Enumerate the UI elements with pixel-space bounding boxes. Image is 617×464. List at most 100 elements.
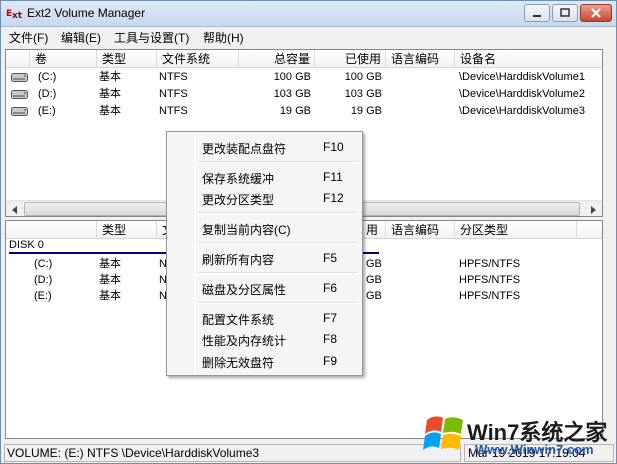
menu-separator bbox=[198, 242, 358, 244]
context-menu: 更改装配点盘符 F10 保存系统缓冲 F11 更改分区类型 F12 复制当前内容… bbox=[166, 131, 363, 376]
menu-item-shortcut: F8 bbox=[323, 332, 338, 346]
column-header-fs[interactable]: 文件系统 bbox=[157, 50, 239, 68]
menu-tools[interactable]: 工具与设置(T) bbox=[114, 29, 189, 46]
table-row[interactable]: (E:) 基本 NTFS 19 GB 19 GB \Device\Harddis… bbox=[6, 103, 602, 120]
menu-item-label: 更改分区类型 bbox=[202, 193, 275, 207]
menu-edit[interactable]: 编辑(E) bbox=[61, 29, 101, 46]
volume-cell: (C:) bbox=[38, 71, 57, 83]
volume-cell: (E:) bbox=[34, 290, 52, 302]
title-bar[interactable]: E xt Ext2 Volume Manager bbox=[1, 1, 616, 27]
minimize-icon bbox=[533, 15, 541, 17]
menu-help[interactable]: 帮助(H) bbox=[203, 29, 244, 46]
menu-file[interactable]: 文件(F) bbox=[9, 29, 48, 46]
fs-cell: NTFS bbox=[159, 71, 188, 83]
menu-item-shortcut: F11 bbox=[323, 170, 343, 184]
total-cell: 19 GB bbox=[279, 105, 311, 117]
scroll-left-button[interactable] bbox=[6, 201, 23, 216]
context-menu-item-perf-stats[interactable]: 性能及内存统计 F8 bbox=[169, 329, 360, 349]
context-menu-item-change-partition-type[interactable]: 更改分区类型 F12 bbox=[169, 188, 360, 208]
total-cell: 100 GB bbox=[273, 71, 311, 83]
watermark-url: Www.Winwin7.com bbox=[475, 442, 594, 457]
used-cell: GB bbox=[366, 258, 382, 270]
volume-cell: (D:) bbox=[38, 88, 57, 100]
minimize-button[interactable] bbox=[524, 4, 550, 22]
column-header-blank[interactable] bbox=[6, 221, 97, 239]
scroll-right-button[interactable] bbox=[584, 201, 601, 216]
context-menu-item-configure-fs[interactable]: 配置文件系统 F7 bbox=[169, 308, 360, 328]
type-cell: 基本 bbox=[99, 290, 121, 302]
menu-item-shortcut: F12 bbox=[323, 191, 344, 205]
menu-item-label: 刷新所有内容 bbox=[202, 253, 275, 267]
column-header-type[interactable]: 类型 bbox=[97, 50, 157, 68]
part-type-cell: HPFS/NTFS bbox=[459, 274, 521, 286]
type-cell: 基本 bbox=[99, 105, 121, 117]
type-cell: 基本 bbox=[99, 71, 121, 83]
menu-item-label: 复制当前内容(C) bbox=[202, 223, 291, 237]
scroll-right-icon bbox=[590, 205, 596, 214]
close-icon bbox=[591, 8, 601, 18]
column-header-part-type[interactable]: 分区类型 bbox=[455, 221, 577, 239]
close-button[interactable] bbox=[580, 4, 612, 22]
menu-item-shortcut: F7 bbox=[323, 311, 338, 325]
column-header-total[interactable]: 总容量 bbox=[239, 50, 315, 68]
menu-separator bbox=[198, 212, 358, 214]
disk-label[interactable]: DISK 0 bbox=[9, 239, 44, 251]
column-header-used[interactable]: 已使用 bbox=[315, 50, 386, 68]
volume-cell: (D:) bbox=[34, 274, 53, 286]
menu-separator bbox=[198, 161, 358, 163]
menu-item-shortcut: F6 bbox=[323, 281, 338, 295]
menu-item-label: 配置文件系统 bbox=[202, 313, 275, 327]
volume-cell: (E:) bbox=[38, 105, 56, 117]
context-menu-item-refresh[interactable]: 刷新所有内容 F5 bbox=[169, 248, 360, 268]
menu-item-label: 更改装配点盘符 bbox=[202, 142, 287, 156]
context-menu-item-remove-dead-letters[interactable]: 删除无效盘符 F9 bbox=[169, 351, 360, 371]
used-cell: 103 GB bbox=[344, 88, 382, 100]
volume-list-header: 卷 类型 文件系统 总容量 已使用 语言编码 设备名 bbox=[6, 50, 602, 68]
type-cell: 基本 bbox=[99, 274, 121, 286]
column-header-blank[interactable] bbox=[6, 50, 30, 68]
context-menu-item-flush-cache[interactable]: 保存系统缓冲 F11 bbox=[169, 167, 360, 187]
used-cell: GB bbox=[366, 290, 382, 302]
menu-item-shortcut: F9 bbox=[323, 354, 338, 368]
menu-bar: 文件(F) 编辑(E) 工具与设置(T) 帮助(H) bbox=[1, 27, 616, 46]
window-title: Ext2 Volume Manager bbox=[27, 6, 146, 20]
type-cell: 基本 bbox=[99, 88, 121, 100]
windows-logo-icon bbox=[423, 416, 463, 450]
part-type-cell: HPFS/NTFS bbox=[459, 290, 521, 302]
drive-icon bbox=[11, 73, 28, 82]
device-cell: \Device\HarddiskVolume1 bbox=[459, 71, 585, 83]
device-cell: \Device\HarddiskVolume3 bbox=[459, 105, 585, 117]
volume-cell: (C:) bbox=[34, 258, 53, 270]
column-header-codepage[interactable]: 语言编码 bbox=[386, 221, 455, 239]
total-cell: 103 GB bbox=[273, 88, 311, 100]
device-cell: \Device\HarddiskVolume2 bbox=[459, 88, 585, 100]
context-menu-item-change-mount[interactable]: 更改装配点盘符 F10 bbox=[169, 137, 360, 157]
table-row[interactable]: (C:) 基本 NTFS 100 GB 100 GB \Device\Hardd… bbox=[6, 69, 602, 86]
maximize-button[interactable] bbox=[552, 4, 578, 22]
column-header-type[interactable]: 类型 bbox=[97, 221, 157, 239]
drive-icon bbox=[11, 90, 28, 99]
used-cell: 100 GB bbox=[344, 71, 382, 83]
used-cell: GB bbox=[366, 274, 382, 286]
menu-item-label: 删除无效盘符 bbox=[202, 356, 275, 370]
column-header-device[interactable]: 设备名 bbox=[455, 50, 602, 68]
svg-text:xt: xt bbox=[12, 11, 22, 20]
type-cell: 基本 bbox=[99, 258, 121, 270]
fs-cell: NTFS bbox=[159, 105, 188, 117]
fs-cell: NTFS bbox=[159, 88, 188, 100]
maximize-icon bbox=[560, 8, 570, 17]
column-header-used[interactable]: 用 bbox=[363, 221, 386, 239]
column-header-codepage[interactable]: 语言编码 bbox=[386, 50, 455, 68]
menu-item-label: 保存系统缓冲 bbox=[202, 172, 275, 186]
drive-icon bbox=[11, 107, 28, 116]
scroll-left-icon bbox=[11, 205, 17, 214]
menu-item-shortcut: F10 bbox=[323, 140, 344, 154]
context-menu-item-copy[interactable]: 复制当前内容(C) bbox=[169, 218, 360, 238]
app-icon: E xt bbox=[6, 9, 22, 20]
column-header-volume[interactable]: 卷 bbox=[30, 50, 97, 68]
context-menu-item-properties[interactable]: 磁盘及分区属性 F6 bbox=[169, 278, 360, 298]
menu-separator bbox=[198, 272, 358, 274]
column-header-extra[interactable] bbox=[577, 221, 602, 239]
table-row[interactable]: (D:) 基本 NTFS 103 GB 103 GB \Device\Hardd… bbox=[6, 86, 602, 103]
used-cell: 19 GB bbox=[350, 105, 382, 117]
